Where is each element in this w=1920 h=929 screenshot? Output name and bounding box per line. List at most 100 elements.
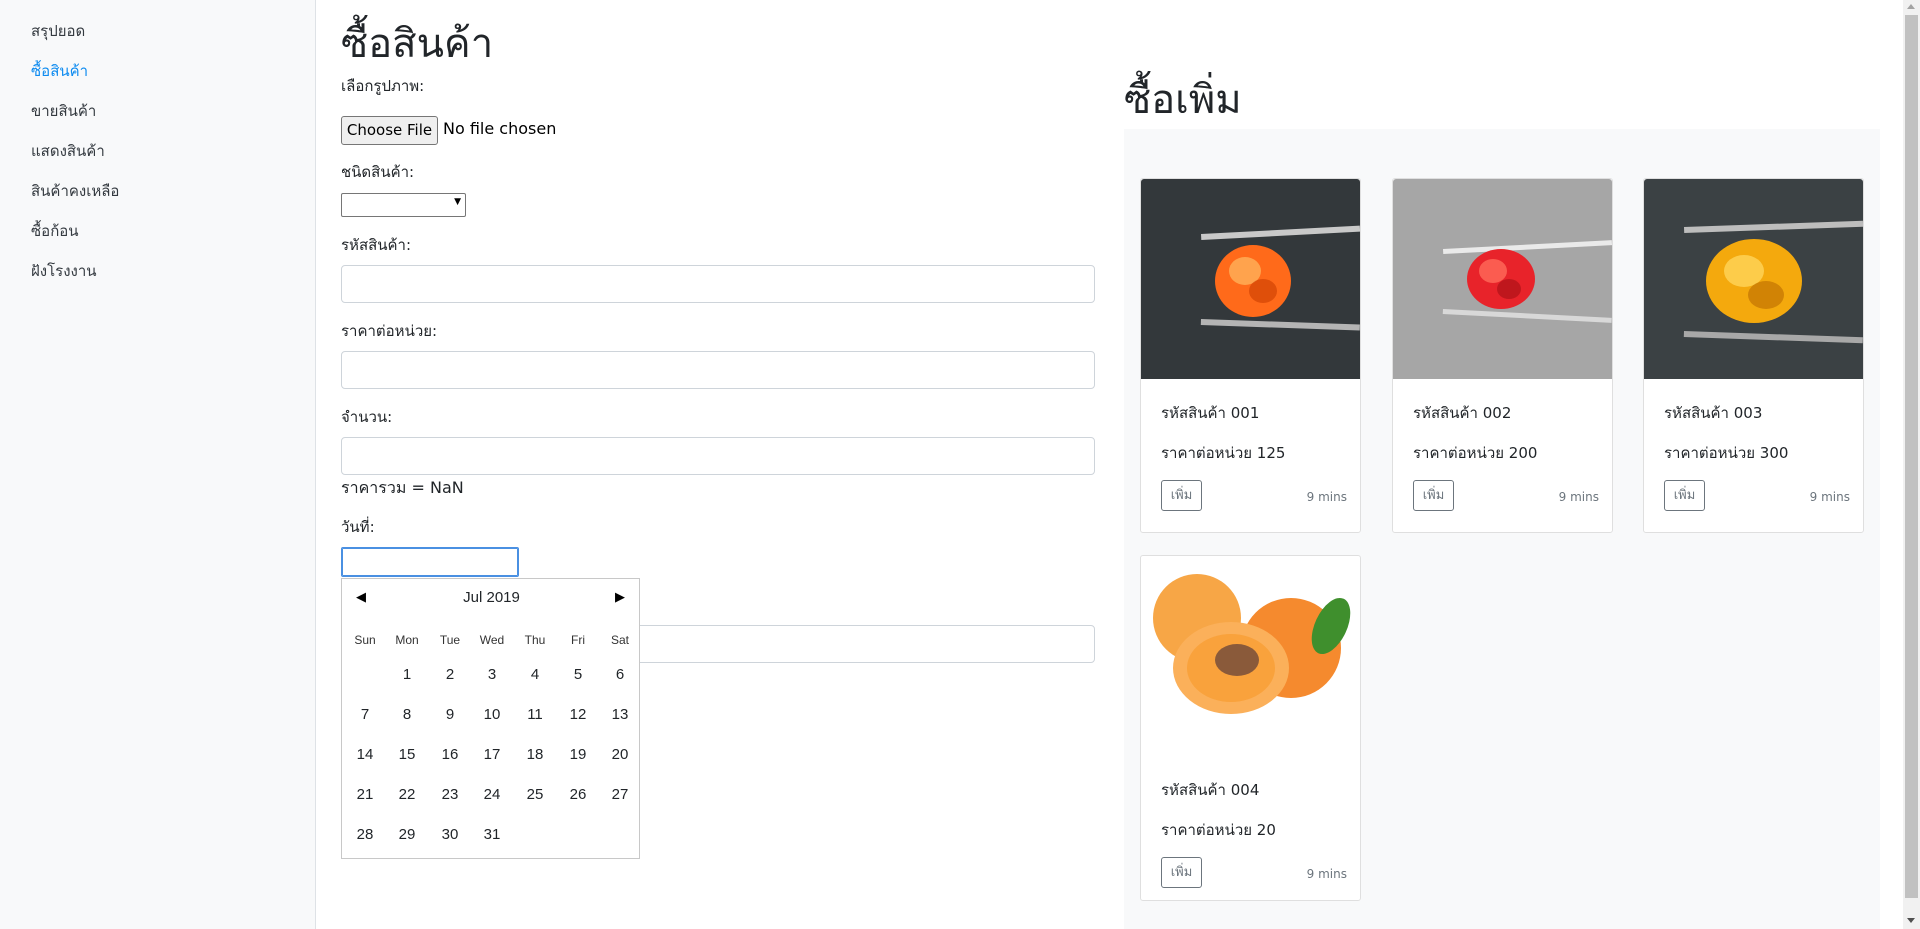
date-label: วันที่: [341,518,375,536]
product-code: รหัสสินค้า 004 [1161,781,1260,799]
sidebar-item-buy[interactable]: ซื้อสินค้า [31,61,88,81]
scroll-down-icon[interactable] [1907,918,1915,923]
calendar-month-label: Jul 2019 [463,589,520,606]
date-input[interactable] [341,547,519,577]
calendar-day[interactable]: 9 [430,705,470,725]
product-card: รหัสสินค้า 004 ราคาต่อหน่วย 20 เพิ่ม 9 m… [1140,555,1361,901]
calendar-day[interactable]: 8 [387,705,427,725]
unit-price-input[interactable] [341,351,1095,389]
calendar-day[interactable]: 29 [387,825,427,845]
calendar-day[interactable]: 18 [515,745,555,765]
sidebar-item-sell[interactable]: ขายสินค้า [31,101,96,121]
calendar-day[interactable]: 31 [472,825,512,845]
product-card: รหัสสินค้า 003 ราคาต่อหน่วย 300 เพิ่ม 9 … [1643,178,1864,533]
product-code: รหัสสินค้า 003 [1664,404,1763,422]
calendar-day[interactable]: 10 [472,705,512,725]
calendar-weekday: Sat [610,633,629,647]
calendar-day[interactable]: 5 [558,665,598,685]
product-code-input[interactable] [341,265,1095,303]
calendar-day[interactable]: 19 [558,745,598,765]
add-button[interactable]: เพิ่ม [1413,480,1454,511]
calendar-day[interactable]: 24 [472,785,512,805]
calendar-day[interactable]: 28 [345,825,385,845]
calendar-day[interactable]: 15 [387,745,427,765]
sidebar-item-summary[interactable]: สรุปยอด [31,21,85,41]
product-price: ราคาต่อหน่วย 125 [1161,444,1286,462]
orange-gem-image [1141,179,1360,379]
add-button[interactable]: เพิ่ม [1664,480,1705,511]
yellow-gem-image [1644,179,1863,379]
choose-file-button[interactable]: Choose File [341,116,438,145]
card-timestamp: 9 mins [1558,490,1599,504]
card-timestamp: 9 mins [1809,490,1850,504]
date-picker-popup: ◀ Jul 2019 ▶ Sun Mon Tue Wed Thu Fri Sat 12345… [341,578,640,859]
next-month-icon[interactable]: ▶ [615,589,625,605]
calendar-day[interactable]: 11 [515,705,555,725]
calendar-day[interactable]: 17 [472,745,512,765]
product-card: รหัสสินค้า 002 ราคาต่อหน่วย 200 เพิ่ม 9 … [1392,178,1613,533]
calendar-weekday: Fri [571,633,585,647]
calendar-weekday: Tue [439,633,461,647]
quantity-input[interactable] [341,437,1095,475]
sidebar-item-buy-lump[interactable]: ซื้อก้อน [31,221,79,241]
product-card: รหัสสินค้า 001 ราคาต่อหน่วย 125 เพิ่ม 9 … [1140,178,1361,533]
unit-price-label: ราคาต่อหน่วย: [341,322,438,340]
code-label: รหัสสินค้า: [341,236,412,254]
calendar-day[interactable]: 30 [430,825,470,845]
product-type-select[interactable]: ▼ [341,193,466,217]
product-code: รหัสสินค้า 001 [1161,404,1260,422]
product-image [1644,179,1863,379]
calendar-day[interactable]: 1 [387,665,427,685]
calendar-day[interactable]: 16 [430,745,470,765]
calendar-day[interactable]: 3 [472,665,512,685]
file-status: No file chosen [443,119,557,138]
calendar-day[interactable]: 27 [600,785,640,805]
buy-more-panel: รหัสสินค้า 001 ราคาต่อหน่วย 125 เพิ่ม 9 … [1124,129,1880,929]
scroll-thumb[interactable] [1905,15,1918,898]
calendar-day[interactable]: 6 [600,665,640,685]
calendar-day[interactable]: 13 [600,705,640,725]
product-image [1393,179,1612,379]
product-price: ราคาต่อหน่วย 300 [1664,444,1789,462]
quantity-label: จำนวน: [341,408,393,426]
product-image [1141,179,1360,379]
sidebar-item-stock[interactable]: สินค้าคงเหลือ [31,181,119,201]
product-price: ราคาต่อหน่วย 200 [1413,444,1538,462]
apricot-image [1141,556,1360,736]
type-label: ชนิดสินค้า: [341,163,415,181]
sidebar-item-factory[interactable]: ฝังโรงงาน [31,261,97,281]
calendar-day[interactable]: 2 [430,665,470,685]
calendar-day[interactable]: 14 [345,745,385,765]
calendar-weekday: Sun [354,633,376,647]
scroll-up-icon[interactable] [1907,4,1915,9]
image-label: เลือกรูปภาพ: [341,77,425,95]
calendar-weekday: Thu [524,633,546,647]
product-price: ราคาต่อหน่วย 20 [1161,821,1276,839]
page-scrollbar[interactable] [1903,0,1920,929]
calendar-day[interactable]: 21 [345,785,385,805]
calendar-weekday: Mon [395,633,419,647]
calendar-day[interactable]: 12 [558,705,598,725]
calendar-day[interactable]: 22 [387,785,427,805]
sidebar-item-show-products[interactable]: แสดงสินค้า [31,141,105,161]
dropdown-arrow-icon: ▼ [454,197,461,207]
calendar-day[interactable]: 20 [600,745,640,765]
calendar-day[interactable]: 4 [515,665,555,685]
card-timestamp: 9 mins [1306,867,1347,881]
card-timestamp: 9 mins [1306,490,1347,504]
add-button[interactable]: เพิ่ม [1161,480,1202,511]
sidebar: สรุปยอด ซื้อสินค้า ขายสินค้า แสดงสินค้า … [0,0,316,929]
calendar-day[interactable]: 26 [558,785,598,805]
calendar-day[interactable]: 7 [345,705,385,725]
calendar-day[interactable]: 23 [430,785,470,805]
red-gem-image [1393,179,1612,379]
product-image [1141,556,1360,756]
page-title: ซื้อสินค้า [341,21,494,67]
total-price: ราคารวม = NaN [341,478,464,497]
panel-title: ซื้อเพิ่ม [1124,77,1242,123]
add-button[interactable]: เพิ่ม [1161,857,1202,888]
calendar-day[interactable]: 25 [515,785,555,805]
calendar-weekday: Wed [479,633,505,647]
product-code: รหัสสินค้า 002 [1413,404,1512,422]
app-root: สรุปยอด ซื้อสินค้า ขายสินค้า แสดงสินค้า … [0,0,1920,929]
